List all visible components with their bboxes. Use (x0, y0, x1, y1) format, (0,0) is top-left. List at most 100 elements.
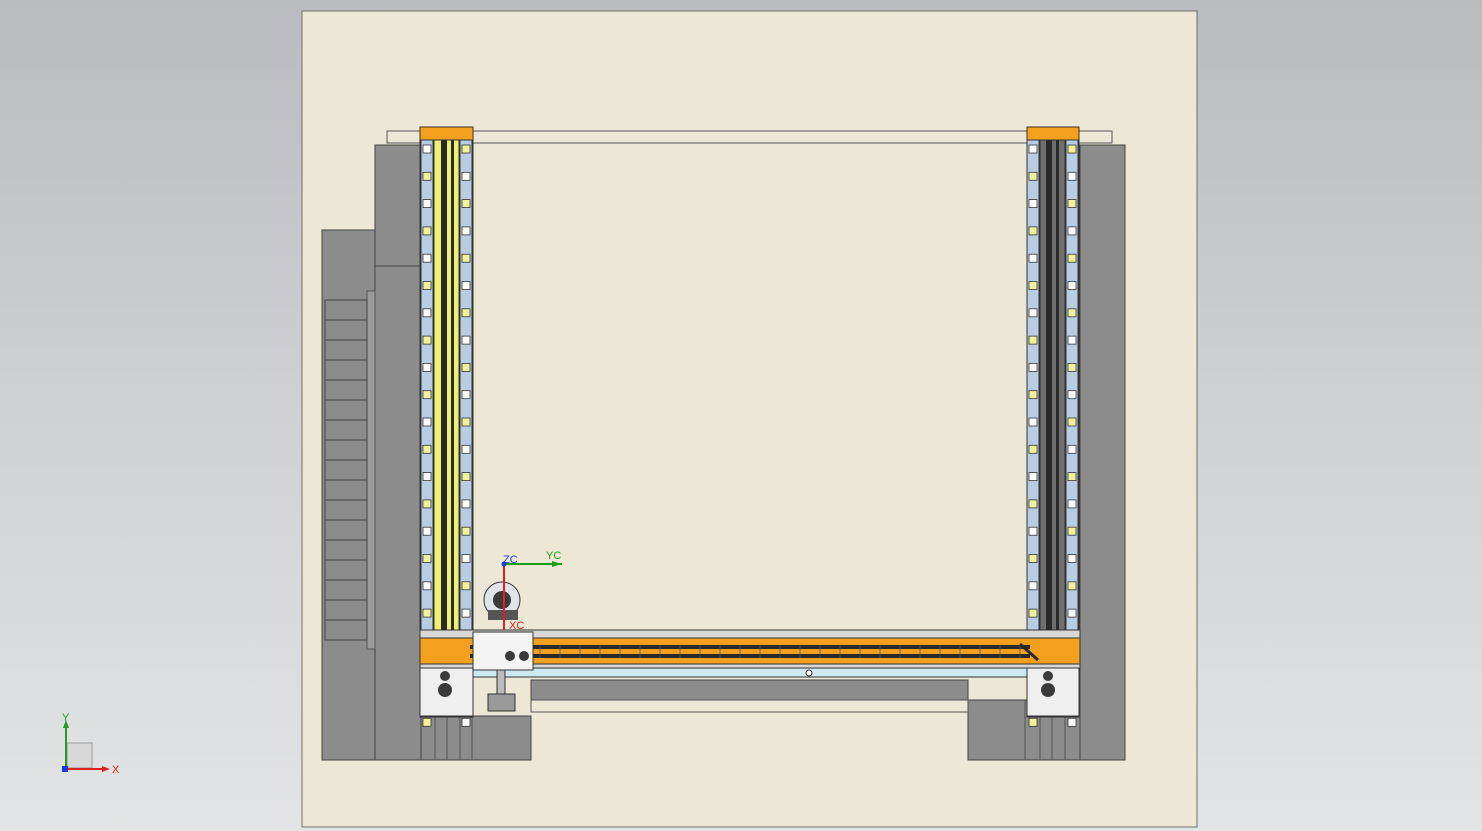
staircase (324, 299, 368, 641)
bolt-pad (1067, 526, 1077, 536)
bolt-pad (1067, 417, 1077, 427)
bolt-pad (422, 444, 432, 454)
bolt-pad (422, 308, 432, 318)
bolt-pad (1028, 281, 1038, 290)
bolt-pad (1067, 581, 1077, 591)
right-truck-wheel (1041, 683, 1055, 697)
zc-label: ZC (503, 554, 518, 566)
bolt-pad (461, 581, 471, 591)
triad-y-label: Y (62, 712, 70, 724)
bolt-pad (1028, 308, 1038, 318)
bolt-pad (461, 362, 471, 372)
bolt-pad (461, 717, 471, 727)
right-pillar (1079, 144, 1126, 761)
bolt-pad (461, 526, 471, 536)
triad-x-arrow (102, 766, 110, 772)
bolt-pad (1028, 554, 1038, 563)
bolt-pad (422, 281, 432, 290)
bolt-pad (461, 499, 471, 509)
stair-step (324, 619, 368, 641)
bolt-pad (422, 581, 432, 591)
bolt-pad (1028, 253, 1038, 263)
bolt-pad (461, 554, 471, 563)
bolt-pad (422, 253, 432, 263)
left-truck-wheel (440, 671, 450, 681)
stair-step (324, 559, 368, 581)
stair-step (324, 419, 368, 441)
bolt-pad (1028, 472, 1038, 482)
left-foot-block (420, 715, 532, 761)
bolt-pad (1067, 253, 1077, 263)
bolt-pad (461, 171, 471, 181)
bolt-pad (1028, 717, 1038, 727)
bolt-pad (422, 199, 432, 209)
bolt-pad (1028, 526, 1038, 536)
stair-step (324, 459, 368, 481)
stair-step (324, 499, 368, 521)
bolt-pad (461, 444, 471, 454)
bolt-pad (461, 390, 471, 400)
triad-z-origin (62, 766, 68, 772)
bolt-pad (1067, 554, 1077, 563)
stair-step (324, 299, 368, 321)
bolt-pad (422, 472, 432, 482)
bolt-pad (461, 199, 471, 209)
bolt-pad (422, 526, 432, 536)
bolt-pad (461, 308, 471, 318)
bolt-pad (461, 226, 471, 236)
bolt-pad (461, 608, 471, 618)
bolt-pad (1028, 335, 1038, 345)
bolt-pad (1028, 199, 1038, 209)
bolt-pad (1067, 444, 1077, 454)
bolt-pad (1028, 608, 1038, 618)
bolt-pad (1067, 171, 1077, 181)
bolt-pad (422, 417, 432, 427)
bolt-pad (422, 171, 432, 181)
stair-step (324, 319, 368, 341)
stair-step (324, 399, 368, 421)
bolt-pad (1028, 226, 1038, 236)
cad-viewport[interactable]: ZC YC XC Y X (0, 0, 1482, 831)
bolt-pad (422, 335, 432, 345)
right-truck-wheel (1043, 671, 1053, 681)
left-pillar-upper-block (374, 144, 422, 267)
left-inner-slot (366, 290, 376, 650)
bolt-pad (1067, 472, 1077, 482)
left-truck-wheel (438, 683, 452, 697)
yc-label: YC (546, 550, 561, 562)
bolt-pad (1028, 390, 1038, 400)
stair-step (324, 579, 368, 601)
stair-step (324, 339, 368, 361)
bolt-pad (1067, 281, 1077, 290)
bolt-pad (422, 554, 432, 563)
xc-label: XC (509, 620, 524, 632)
triad-plane (66, 742, 93, 769)
bolt-pad (1067, 308, 1077, 318)
bolt-pad (461, 472, 471, 482)
bolt-pad (1067, 390, 1077, 400)
bolt-pad (1067, 717, 1077, 727)
bolt-pad (1028, 581, 1038, 591)
bolt-pad (1028, 171, 1038, 181)
lower-cross-base (530, 679, 969, 701)
bolt-pad (1067, 335, 1077, 345)
bolt-pad (1028, 444, 1038, 454)
bolt-pad (461, 281, 471, 290)
stair-step (324, 439, 368, 461)
bolt-pad (422, 362, 432, 372)
stair-step (324, 359, 368, 381)
bolt-pad (461, 253, 471, 263)
bolt-pad (422, 144, 432, 154)
bolt-pad (422, 608, 432, 618)
bolt-pad (1028, 362, 1038, 372)
bolt-pad (1028, 144, 1038, 154)
stair-step (324, 519, 368, 541)
bolt-pad (1028, 499, 1038, 509)
bolt-pad (1067, 499, 1077, 509)
bolt-pad (1028, 417, 1038, 427)
bolt-pad (1067, 199, 1077, 209)
bolt-pad (1067, 144, 1077, 154)
wcs-triad: Y X (62, 712, 120, 776)
bolt-pad (461, 417, 471, 427)
bolt-pad (422, 390, 432, 400)
